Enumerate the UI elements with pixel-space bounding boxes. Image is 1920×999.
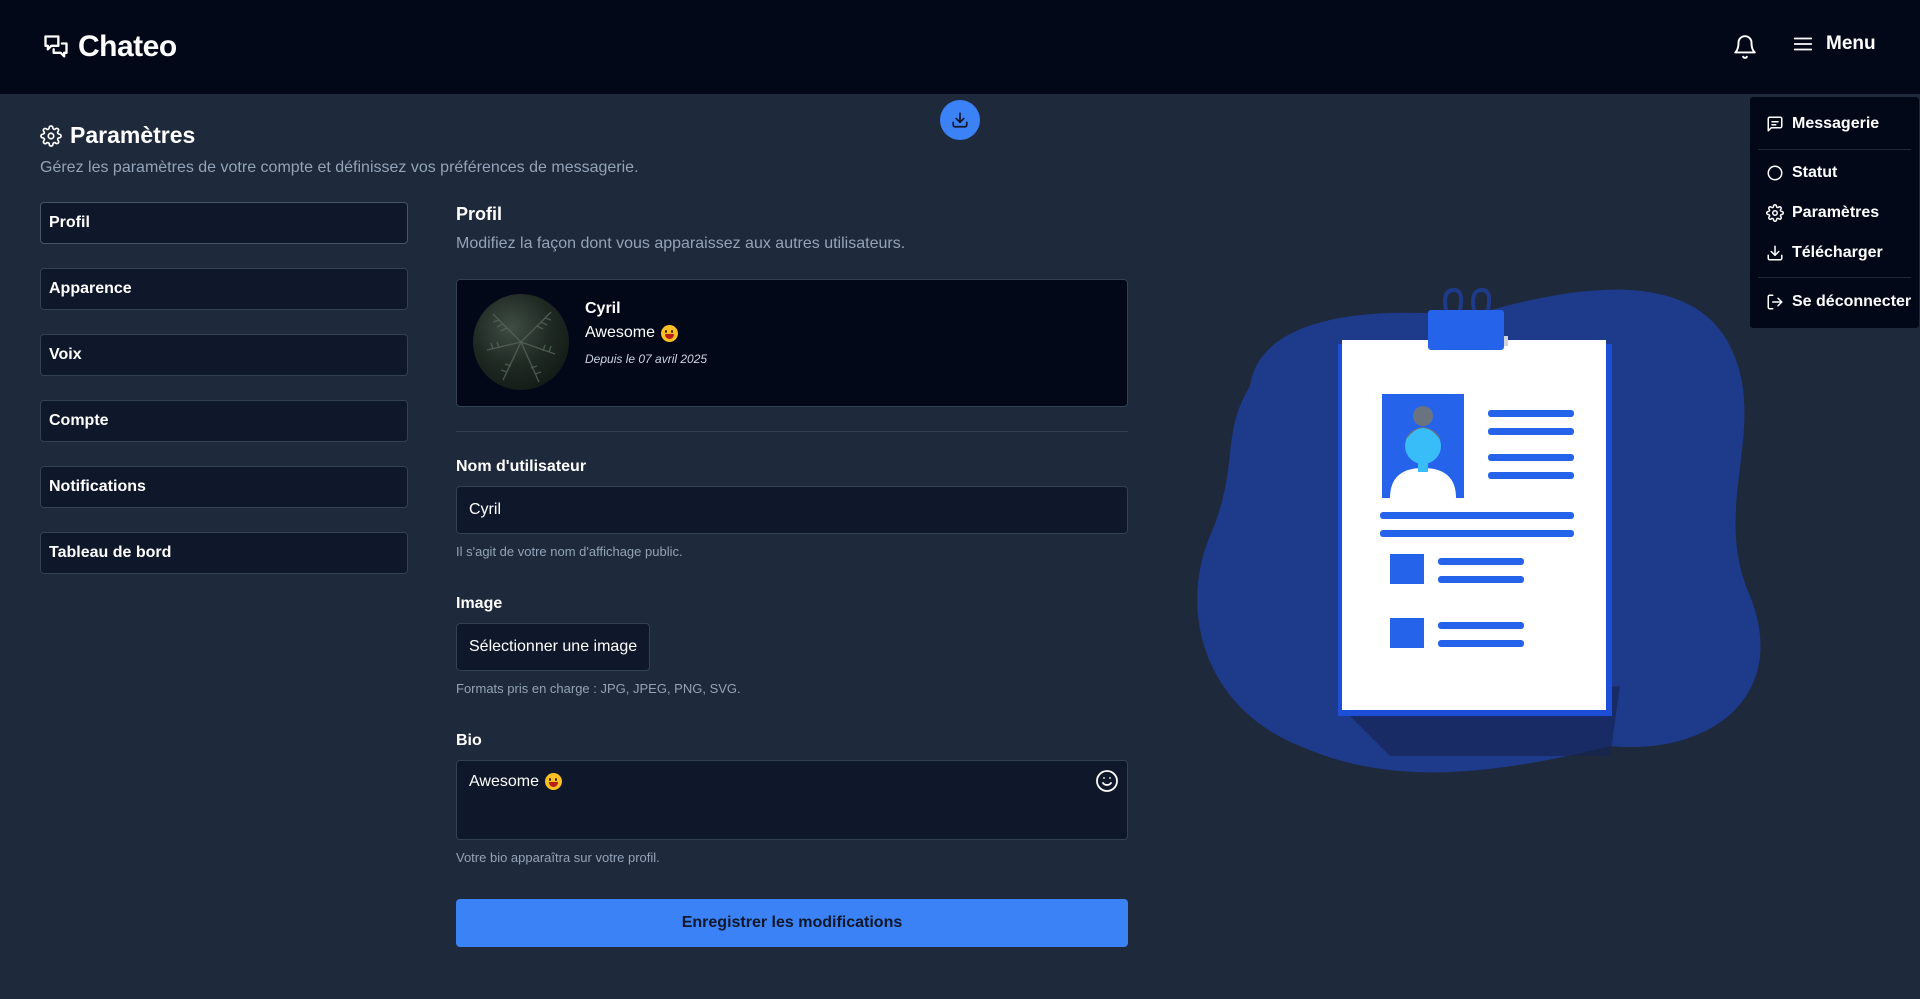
- tongue-emoji-icon: [660, 324, 678, 342]
- neck: [1418, 458, 1428, 472]
- nav-item-profil[interactable]: Profil: [40, 202, 408, 244]
- smiley-icon[interactable]: [1095, 769, 1119, 793]
- profile-settings: Profil Modifiez la façon dont vous appar…: [456, 204, 1128, 947]
- image-help: Formats pris en charge : JPG, JPEG, PNG,…: [456, 681, 741, 696]
- image-field-group: Image Sélectionner une image Formats pri…: [456, 595, 1128, 696]
- bio-label: Bio: [456, 732, 482, 749]
- bio-text: Awesome: [469, 773, 539, 790]
- download-icon: [952, 112, 968, 128]
- message-square-icon: [1767, 116, 1783, 132]
- tongue-emoji-icon: [544, 773, 562, 790]
- username-label: Nom d'utilisateur: [456, 458, 587, 475]
- menu-item-telecharger[interactable]: Télécharger: [1766, 244, 1883, 262]
- nav-item-tableau-de-bord[interactable]: Tableau de bord: [40, 532, 408, 574]
- nav-item-voix[interactable]: Voix: [40, 334, 408, 376]
- profile-bio: Awesome: [585, 324, 678, 342]
- menu-item-label: Statut: [1792, 164, 1838, 181]
- settings-nav: Profil Apparence Voix Compte Notificatio…: [40, 202, 408, 598]
- select-image-button[interactable]: Sélectionner une image: [456, 623, 651, 671]
- section-title: Profil: [456, 204, 503, 224]
- main-menu-dropdown: Messagerie Statut Paramètres Télécharger…: [1749, 96, 1920, 329]
- menu-item-statut[interactable]: Statut: [1766, 164, 1837, 182]
- menu-separator: [1758, 149, 1911, 150]
- section-subtitle: Modifiez la façon dont vous apparaissez …: [456, 235, 906, 252]
- hamburger-icon: [1793, 37, 1813, 51]
- menu-item-parametres[interactable]: Paramètres: [1766, 204, 1879, 222]
- menu-separator: [1758, 277, 1911, 278]
- gear-icon: [1766, 204, 1784, 222]
- chat-bubbles-icon: [44, 35, 68, 58]
- nav-item-compte[interactable]: Compte: [40, 400, 408, 442]
- member-since: Depuis le 07 avril 2025: [585, 352, 708, 366]
- username-field-group: Nom d'utilisateur Cyril Il s'agit de vot…: [456, 458, 1128, 559]
- download-icon: [1767, 245, 1783, 261]
- menu-item-se-deconnecter[interactable]: Se déconnecter: [1766, 293, 1911, 311]
- menu-item-label: Télécharger: [1792, 244, 1883, 261]
- profile-preview-card: Cyril Awesome Depuis le 07 avril 2025: [456, 279, 1128, 407]
- top-header: Chateo Menu: [0, 0, 1920, 95]
- page-title-text: Paramètres: [70, 122, 196, 148]
- nav-item-notifications[interactable]: Notifications: [40, 466, 408, 508]
- logout-icon: [1767, 294, 1783, 310]
- username-help: Il s'agit de votre nom d'affichage publi…: [456, 544, 683, 559]
- avatar: [473, 294, 569, 390]
- bio-field-group: Bio Awesome Votre bio apparaîtra sur vot…: [456, 732, 1128, 865]
- profile-bio-text: Awesome: [585, 324, 655, 341]
- brand[interactable]: Chateo: [42, 30, 177, 64]
- binder-clip-wire: [1443, 287, 1492, 311]
- gear-icon: [40, 124, 62, 147]
- clipboard-paper: [1342, 340, 1606, 710]
- binder-clip: [1428, 310, 1504, 350]
- app-name: Chateo: [78, 30, 177, 63]
- menu-button[interactable]: Menu: [1792, 33, 1876, 55]
- menu-item-messagerie[interactable]: Messagerie: [1766, 115, 1879, 133]
- save-button[interactable]: Enregistrer les modifications: [456, 899, 1128, 947]
- menu-label: Menu: [1826, 33, 1876, 54]
- bio-textarea[interactable]: Awesome: [456, 760, 1128, 840]
- username-input[interactable]: Cyril: [456, 486, 1128, 534]
- image-label: Image: [456, 595, 503, 612]
- profile-card-illustration: [1197, 287, 1761, 773]
- download-fab[interactable]: [940, 100, 980, 140]
- bio-help: Votre bio apparaîtra sur votre profil.: [456, 850, 660, 865]
- menu-item-label: Paramètres: [1792, 204, 1880, 221]
- person-hair-bun: [1413, 406, 1433, 426]
- bell-icon[interactable]: [1732, 34, 1758, 60]
- nav-item-apparence[interactable]: Apparence: [40, 268, 408, 310]
- avatar-foliage: [486, 311, 556, 383]
- page-subtitle: Gérez les paramètres de votre compte et …: [40, 159, 639, 176]
- page-title: Paramètres: [40, 122, 639, 149]
- menu-item-label: Se déconnecter: [1792, 293, 1912, 310]
- menu-item-label: Messagerie: [1792, 115, 1880, 132]
- profile-name: Cyril: [585, 300, 621, 317]
- divider: [456, 431, 1128, 432]
- page-header: Paramètres Gérez les paramètres de votre…: [40, 122, 639, 177]
- circle-icon: [1767, 165, 1783, 181]
